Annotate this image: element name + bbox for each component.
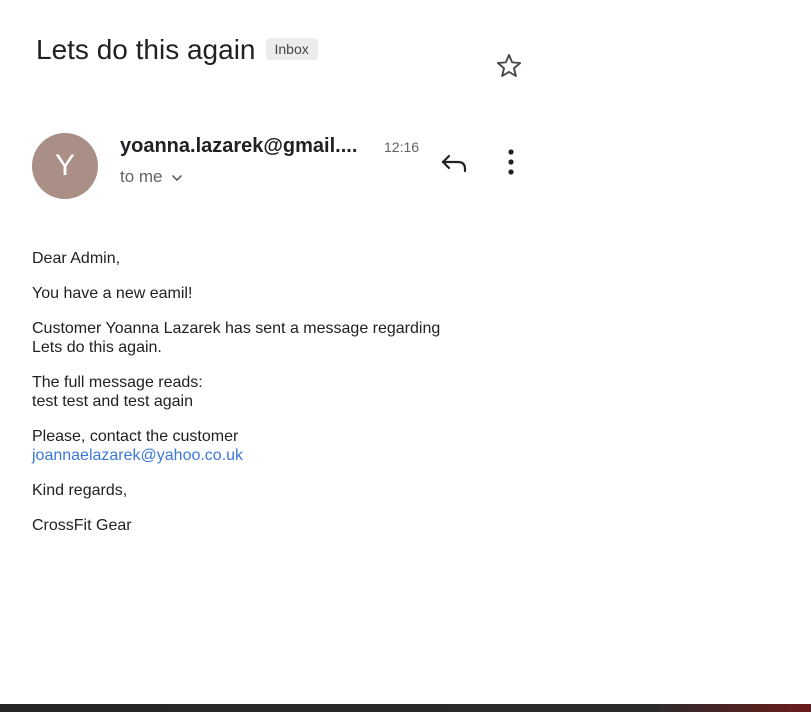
email-subject: Lets do this again <box>36 34 256 65</box>
body-paragraph-message: The full message reads: test test and te… <box>32 373 592 411</box>
body-line-new-email: You have a new eamil! <box>32 285 193 302</box>
subject-row: Lets do this again Inbox <box>36 34 318 66</box>
sender-name[interactable]: yoanna.lazarek@gmail.... <box>120 135 357 158</box>
body-line: The full message reads: <box>32 374 203 391</box>
recipient-details-toggle[interactable]: to me <box>120 167 183 187</box>
body-line: test test and test again <box>32 393 193 410</box>
more-vert-icon[interactable] <box>500 146 522 178</box>
body-line: Please, contact the customer <box>32 428 239 445</box>
body-paragraph-contact: Please, contact the customer joannaelaza… <box>32 427 592 465</box>
customer-email-link[interactable]: joannaelazarek@yahoo.co.uk <box>32 447 243 464</box>
body-line: Lets do this again. <box>32 339 162 356</box>
recipient-label: to me <box>120 167 163 186</box>
body-paragraph-regarding: Customer Yoanna Lazarek has sent a messa… <box>32 319 592 357</box>
signature: CrossFit Gear <box>32 517 132 534</box>
chevron-down-icon <box>171 175 182 181</box>
avatar-letter: Y <box>54 149 75 182</box>
inbox-label-badge[interactable]: Inbox <box>265 38 318 60</box>
bottom-divider <box>0 704 811 712</box>
reply-icon[interactable] <box>438 146 470 178</box>
email-view: Lets do this again Inbox Y yoanna.lazare… <box>0 0 811 712</box>
email-body: Dear Admin, You have a new eamil! Custom… <box>32 249 592 551</box>
greeting: Dear Admin, <box>32 250 121 267</box>
body-line: Customer Yoanna Lazarek has sent a messa… <box>32 320 441 337</box>
closing: Kind regards, <box>32 482 128 499</box>
star-icon[interactable] <box>494 51 524 81</box>
sender-avatar[interactable]: Y <box>32 133 98 199</box>
email-time: 12:16 <box>384 139 420 155</box>
